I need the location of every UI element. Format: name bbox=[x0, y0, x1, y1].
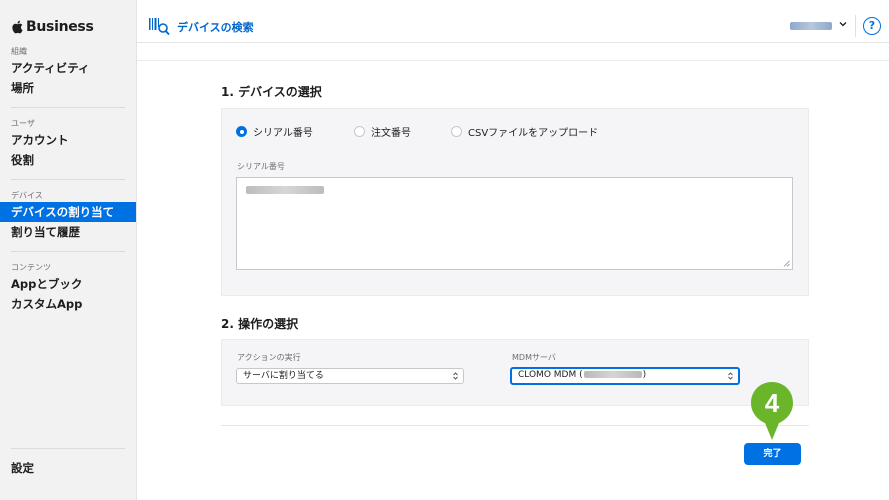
sidebar-item-assignment-history[interactable]: 割り当て履歴 bbox=[0, 222, 136, 242]
radio-label: シリアル番号 bbox=[253, 128, 313, 139]
sidebar-item-apps-and-books[interactable]: Appとブック bbox=[0, 274, 136, 294]
group-label-content: コンテンツ bbox=[11, 263, 51, 272]
sidebar-item-locations[interactable]: 場所 bbox=[0, 78, 136, 98]
account-name-redacted[interactable] bbox=[790, 22, 832, 30]
section-title-operation-selection: 2. 操作の選択 bbox=[221, 317, 299, 331]
sidebar-item-custom-apps[interactable]: カスタムApp bbox=[0, 294, 136, 314]
section-title-device-selection: 1. デバイスの選択 bbox=[221, 85, 322, 99]
header-divider bbox=[855, 15, 856, 37]
help-button[interactable]: ? bbox=[863, 17, 881, 35]
mdm-value-suffix: ) bbox=[642, 370, 647, 380]
device-search-icon[interactable] bbox=[148, 16, 170, 36]
sidebar-item-activity[interactable]: アクティビティ bbox=[0, 58, 136, 78]
radio-label: 注文番号 bbox=[371, 128, 411, 139]
chevron-down-icon[interactable] bbox=[837, 18, 849, 30]
sidebar-item-settings[interactable]: 設定 bbox=[0, 458, 136, 478]
select-arrows-icon bbox=[728, 372, 733, 380]
step-badge-number: 4 bbox=[765, 388, 780, 418]
group-label-users: ユーザ bbox=[11, 119, 35, 128]
mdm-server-label: MDMサーバ bbox=[512, 353, 556, 362]
sidebar-divider bbox=[11, 448, 125, 449]
sidebar: Business 組織 アクティビティ 場所 ユーザ アカウント 役割 デバイス… bbox=[0, 0, 137, 500]
sidebar-item-device-assignment[interactable]: デバイスの割り当て bbox=[0, 202, 136, 222]
sidebar-divider bbox=[11, 251, 125, 252]
radio-serial-number[interactable]: シリアル番号 bbox=[236, 124, 313, 139]
header-title[interactable]: デバイスの検索 bbox=[177, 19, 254, 35]
radio-label: CSVファイルをアップロード bbox=[468, 128, 599, 139]
action-select[interactable]: サーバに割り当てる bbox=[236, 368, 464, 384]
serial-number-label: シリアル番号 bbox=[237, 162, 285, 171]
action-label: アクションの実行 bbox=[237, 353, 301, 362]
sidebar-divider bbox=[11, 179, 125, 180]
group-label-organization: 組織 bbox=[11, 47, 27, 56]
select-arrows-icon bbox=[453, 372, 458, 380]
done-button[interactable]: 完了 bbox=[744, 443, 801, 465]
form-footer-divider bbox=[221, 425, 809, 426]
sidebar-item-roles[interactable]: 役割 bbox=[0, 150, 136, 170]
action-select-value: サーバに割り当てる bbox=[243, 371, 324, 381]
mdm-value-prefix: CLOMO MDM ( bbox=[518, 370, 583, 380]
serial-number-textarea[interactable] bbox=[236, 177, 793, 270]
radio-unselected-icon[interactable] bbox=[451, 126, 462, 137]
mdm-name-redacted bbox=[583, 371, 642, 378]
sidebar-divider bbox=[11, 107, 125, 108]
top-header: デバイスの検索 ? bbox=[137, 0, 889, 43]
apple-logo-icon bbox=[12, 20, 23, 34]
radio-csv-upload[interactable]: CSVファイルをアップロード bbox=[451, 124, 598, 139]
brand-logo: Business bbox=[11, 19, 94, 35]
radio-unselected-icon[interactable] bbox=[354, 126, 365, 137]
group-label-devices: デバイス bbox=[11, 191, 43, 200]
sidebar-item-accounts[interactable]: アカウント bbox=[0, 130, 136, 150]
step-badge-icon: 4 bbox=[751, 382, 793, 440]
brand-name: Business bbox=[26, 19, 94, 35]
radio-selected-icon[interactable] bbox=[236, 126, 247, 137]
resize-grip-icon[interactable] bbox=[783, 260, 790, 267]
radio-order-number[interactable]: 注文番号 bbox=[354, 124, 411, 139]
mdm-server-select[interactable]: CLOMO MDM () bbox=[510, 367, 740, 385]
serial-number-redacted bbox=[246, 186, 324, 194]
subheader-divider bbox=[137, 60, 889, 61]
